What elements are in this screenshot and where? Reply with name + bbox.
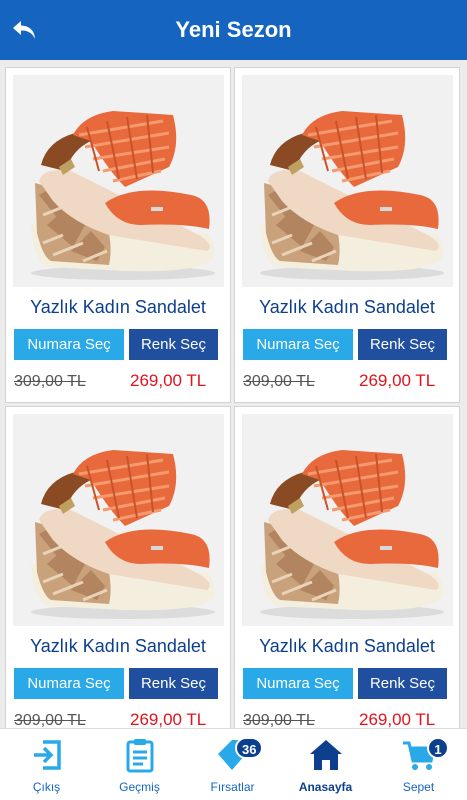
select-size-button[interactable]: Numara Seç	[243, 668, 353, 699]
sandal-image	[13, 75, 224, 287]
exit-icon	[33, 740, 61, 770]
product-image[interactable]	[242, 75, 453, 287]
new-price: 269,00 TL	[130, 371, 207, 390]
nav-item-deals[interactable]: 36 Fırsatlar	[186, 729, 279, 800]
new-price: 269,00 TL	[359, 710, 436, 728]
home-icon	[309, 740, 342, 770]
sandal-image	[13, 414, 224, 626]
old-price: 309,00 TL	[243, 373, 315, 390]
nav-label: Çıkış	[32, 780, 61, 794]
new-price: 269,00 TL	[359, 371, 436, 390]
old-price: 309,00 TL	[243, 712, 315, 728]
nav-item-cart[interactable]: 1 Sepet	[372, 729, 465, 800]
product-card[interactable]: Yazlık Kadın Sandalet Numara Seç Renk Se…	[5, 406, 231, 728]
product-card[interactable]: Yazlık Kadın Sandalet Numara Seç Renk Se…	[5, 67, 231, 403]
new-price: 269,00 TL	[130, 710, 207, 728]
app-screen: Yeni Sezon Yazlık Kadın Sandalet Numara …	[0, 0, 467, 800]
product-grid: Yazlık Kadın Sandalet Numara Seç Renk Se…	[5, 67, 462, 728]
product-name[interactable]: Yazlık Kadın Sandalet	[6, 295, 230, 319]
product-image[interactable]	[242, 414, 453, 626]
nav-label: Fırsatlar	[210, 780, 255, 794]
select-size-button[interactable]: Numara Seç	[243, 329, 353, 360]
product-name[interactable]: Yazlık Kadın Sandalet	[235, 295, 459, 319]
product-name[interactable]: Yazlık Kadın Sandalet	[6, 634, 230, 658]
nav-label: Anasayfa	[298, 780, 353, 794]
top-app-bar: Yeni Sezon	[0, 0, 467, 60]
clipboard-history-icon	[126, 739, 153, 773]
sandal-image	[242, 75, 453, 287]
old-price: 309,00 TL	[14, 373, 86, 390]
deals-count-badge: 36	[235, 737, 264, 759]
product-name[interactable]: Yazlık Kadın Sandalet	[235, 634, 459, 658]
nav-item-home[interactable]: Anasayfa	[279, 729, 372, 800]
select-color-button[interactable]: Renk Seç	[358, 329, 447, 360]
product-card[interactable]: Yazlık Kadın Sandalet Numara Seç Renk Se…	[234, 406, 460, 728]
nav-label: Sepet	[402, 780, 435, 794]
old-price: 309,00 TL	[14, 712, 86, 728]
select-color-button[interactable]: Renk Seç	[129, 668, 218, 699]
nav-item-exit[interactable]: Çıkış	[0, 729, 93, 800]
nav-label: Geçmiş	[119, 780, 160, 794]
product-card[interactable]: Yazlık Kadın Sandalet Numara Seç Renk Se…	[234, 67, 460, 403]
select-size-button[interactable]: Numara Seç	[14, 668, 124, 699]
select-color-button[interactable]: Renk Seç	[358, 668, 447, 699]
sandal-image	[242, 414, 453, 626]
nav-item-history[interactable]: Geçmiş	[93, 729, 186, 800]
page-title: Yeni Sezon	[175, 17, 292, 42]
cart-count-badge: 1	[427, 737, 449, 759]
product-image[interactable]	[13, 414, 224, 626]
select-size-button[interactable]: Numara Seç	[14, 329, 124, 360]
product-image[interactable]	[13, 75, 224, 287]
select-color-button[interactable]: Renk Seç	[129, 329, 218, 360]
bottom-navigation: Çıkış Geçmiş 36 Fırsatlar Anasayfa 1 Sep…	[0, 728, 467, 800]
